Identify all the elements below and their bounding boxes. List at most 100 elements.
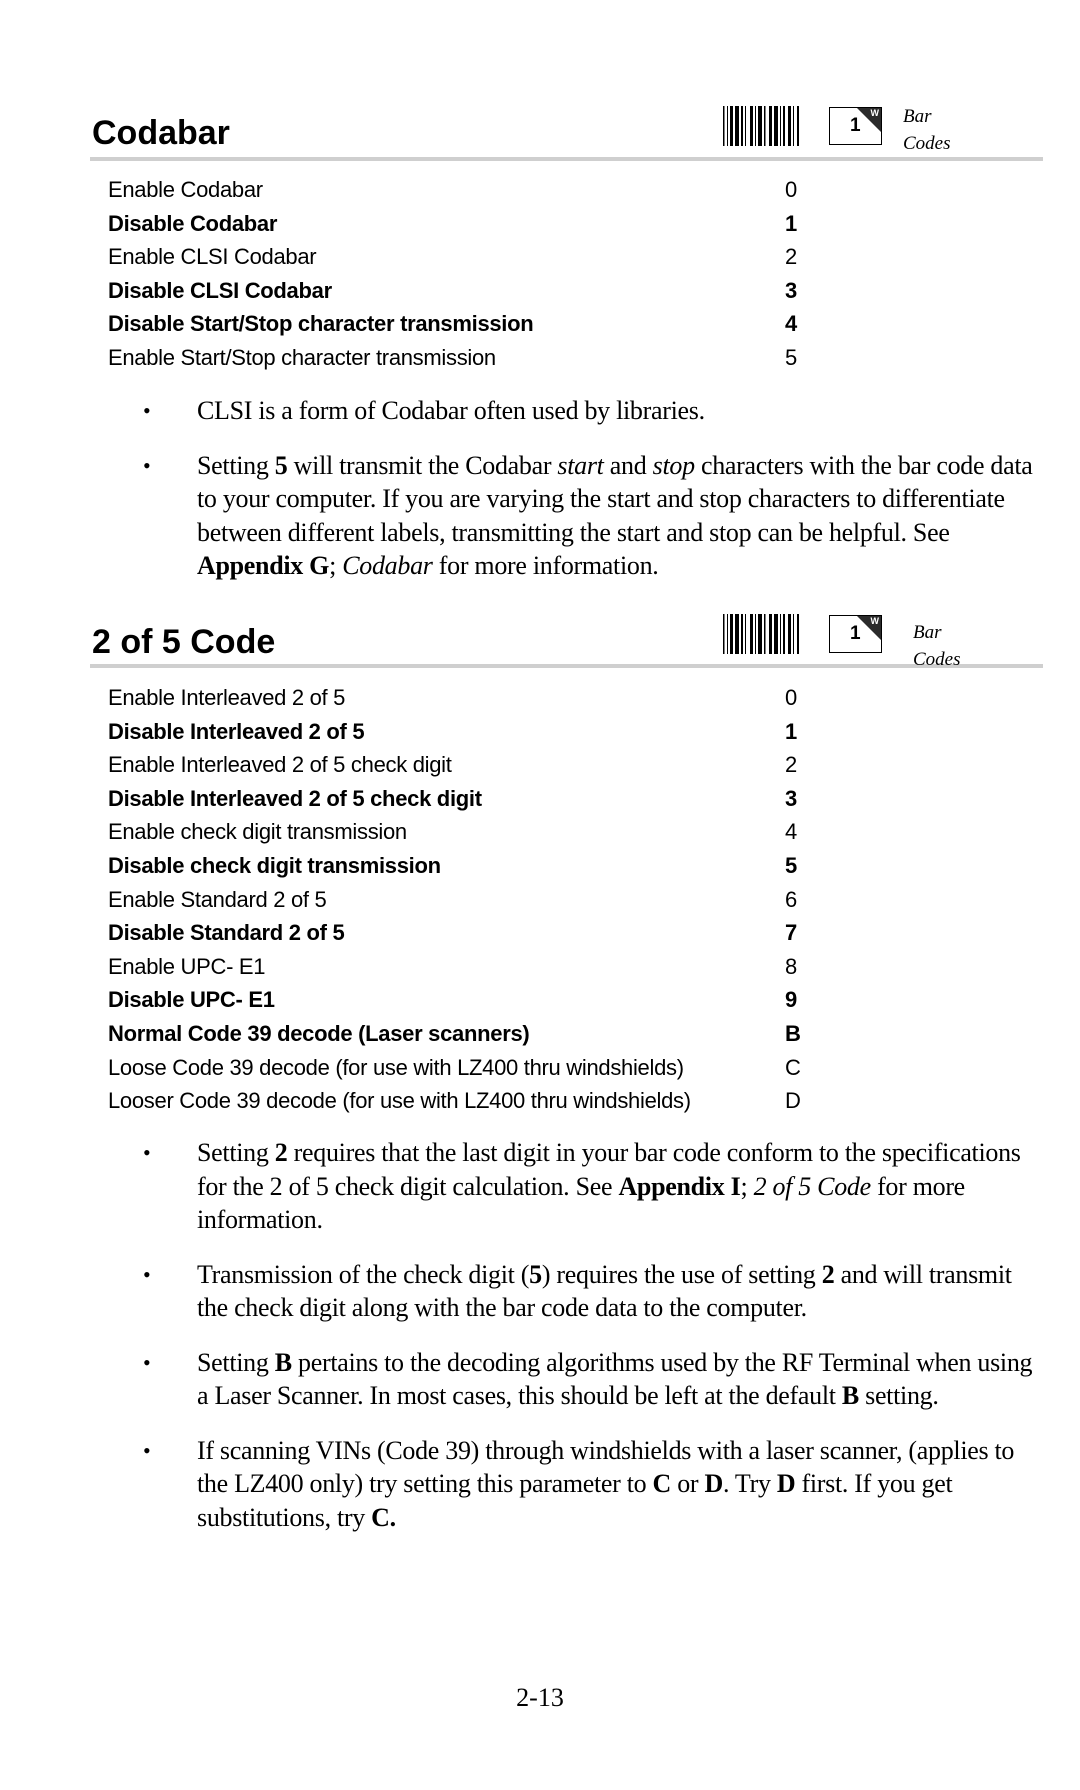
option-code: 4: [785, 819, 797, 845]
note-item: • Setting 5 will transmit the Codabar sta…: [140, 449, 1040, 583]
note-text: and: [603, 450, 653, 480]
barcode-bar: [758, 614, 762, 654]
badge-number: 1: [850, 115, 861, 136]
bar-codes-label-line2: Codes: [903, 133, 951, 154]
option-code: D: [785, 1088, 801, 1114]
option-code: 4: [785, 311, 797, 337]
option-row: Disable CLSI Codabar 3: [108, 274, 828, 308]
note-text: Transmission of the check digit (: [197, 1259, 530, 1289]
bar-codes-label-line1: Bar: [913, 622, 942, 643]
bar-codes-label-line2: Codes: [913, 649, 961, 670]
codabar-options-table: Enable Codabar 0 Disable Codabar 1 Enable CL…: [108, 173, 828, 375]
option-label: Disable check digit transmission: [108, 852, 441, 878]
note-text: Setting: [197, 1347, 275, 1377]
bar-codes-label-line1: Bar: [903, 106, 932, 127]
option-row: Enable Codabar 0: [108, 173, 828, 207]
barcode-bar: [723, 614, 725, 654]
section-divider: [90, 664, 1043, 668]
option-code: C: [785, 1054, 801, 1080]
option-row: Disable Standard 2 of 5 7: [108, 916, 828, 950]
option-label: Enable Interleaved 2 of 5: [108, 685, 346, 710]
option-label: Enable Standard 2 of 5: [108, 886, 327, 912]
option-code: 3: [785, 785, 797, 811]
barcode-bar: [755, 614, 756, 654]
2-of-5-notes: • Setting 2 requires that the last digit …: [140, 1136, 1040, 1555]
note-emphasis: D: [704, 1469, 724, 1498]
option-label: Loose Code 39 decode (for use with LZ400…: [108, 1054, 684, 1080]
note-text: setting.: [858, 1381, 939, 1410]
barcode-bar: [797, 106, 799, 146]
option-code: 8: [785, 953, 797, 979]
barcode-bar: [727, 614, 728, 654]
bullet-icon: •: [143, 1140, 151, 1165]
bullet-icon: •: [143, 1261, 151, 1287]
option-label: Normal Code 39 decode (Laser scanners): [108, 1020, 530, 1046]
barcode-bar: [793, 614, 794, 654]
option-code: 9: [785, 987, 797, 1013]
barcode-bar: [730, 106, 733, 146]
note-text: Setting: [197, 1138, 275, 1167]
note-text: for more information.: [432, 551, 659, 580]
bullet-icon: •: [143, 452, 151, 478]
option-label: Disable UPC- E1: [108, 987, 275, 1013]
bar-codes-label: Bar Codes: [913, 619, 961, 673]
note-emphasis: D: [776, 1469, 796, 1498]
option-row: Disable Codabar 1: [108, 207, 828, 241]
option-label: Disable Standard 2 of 5: [108, 920, 345, 946]
note-emphasis: C: [652, 1469, 672, 1498]
barcode-bar: [730, 614, 733, 654]
option-row: Enable Start/Stop character transmission…: [108, 341, 828, 375]
note-text: ) requires the use of setting: [541, 1259, 822, 1289]
barcode-bar: [793, 106, 794, 146]
barcode-bar: [769, 614, 772, 654]
note-emphasis: C.: [371, 1502, 396, 1532]
barcode-bar: [745, 614, 746, 654]
option-row: Enable Interleaved 2 of 5 check digit 2: [108, 748, 828, 782]
bar-codes-label: Bar Codes: [903, 103, 951, 157]
option-code: B: [785, 1020, 801, 1046]
section-title-codabar: Codabar: [92, 114, 230, 152]
note-emphasis: 2: [821, 1259, 835, 1289]
note-text: or: [671, 1469, 705, 1498]
page-number: 2-13: [516, 1683, 564, 1712]
option-label: Enable CLSI Codabar: [108, 244, 317, 270]
note-italic: Codabar: [342, 551, 433, 580]
option-label: Looser Code 39 decode (for use with LZ40…: [108, 1088, 691, 1114]
barcode-bar: [780, 106, 781, 146]
option-code: 2: [785, 244, 797, 270]
option-row: Looser Code 39 decode (for use with LZ40…: [108, 1084, 828, 1118]
barcode-bar: [783, 614, 785, 654]
note-emphasis: B: [274, 1347, 292, 1377]
badge-number: 1: [850, 623, 861, 644]
option-label: Disable Interleaved 2 of 5: [108, 718, 365, 744]
note-text: ;: [740, 1171, 754, 1201]
barcode-bar: [788, 614, 791, 654]
note-text: . Try: [722, 1469, 777, 1498]
barcode-bar: [774, 106, 778, 146]
option-code: 0: [785, 685, 797, 710]
barcode-bar: [735, 106, 739, 146]
note-emphasis: 5: [529, 1259, 542, 1289]
bullet-icon: •: [143, 398, 151, 423]
2-of-5-options-table: Enable Interleaved 2 of 5 0 Disable Interl…: [108, 681, 828, 1118]
option-row: Enable UPC- E1 8: [108, 950, 828, 984]
option-row: Disable Interleaved 2 of 5 check digit 3: [108, 782, 828, 816]
bullet-icon: •: [143, 1349, 151, 1375]
note-item: • Transmission of the check digit (5) req…: [140, 1258, 1040, 1325]
barcode-bar: [764, 614, 766, 654]
option-code: 0: [785, 177, 797, 202]
option-row: Enable check digit transmission 4: [108, 815, 828, 849]
bar-codes-badge-icon: W 1: [829, 615, 882, 653]
option-label: Disable Codabar: [108, 210, 278, 236]
barcode-bar: [745, 106, 746, 146]
note-emphasis: Appendix I: [618, 1171, 741, 1201]
barcode-bar: [741, 614, 743, 654]
option-label: Enable Start/Stop character transmission: [108, 344, 496, 370]
note-emphasis: Appendix G: [197, 551, 330, 580]
option-label: Disable CLSI Codabar: [108, 277, 332, 303]
option-row: Enable Interleaved 2 of 5 0: [108, 681, 828, 715]
option-code: 6: [785, 886, 797, 912]
barcode-bar: [727, 106, 728, 146]
note-item: • CLSI is a form of Codabar often used by…: [140, 394, 1040, 428]
note-item: • Setting B pertains to the decoding algo…: [140, 1346, 1040, 1413]
